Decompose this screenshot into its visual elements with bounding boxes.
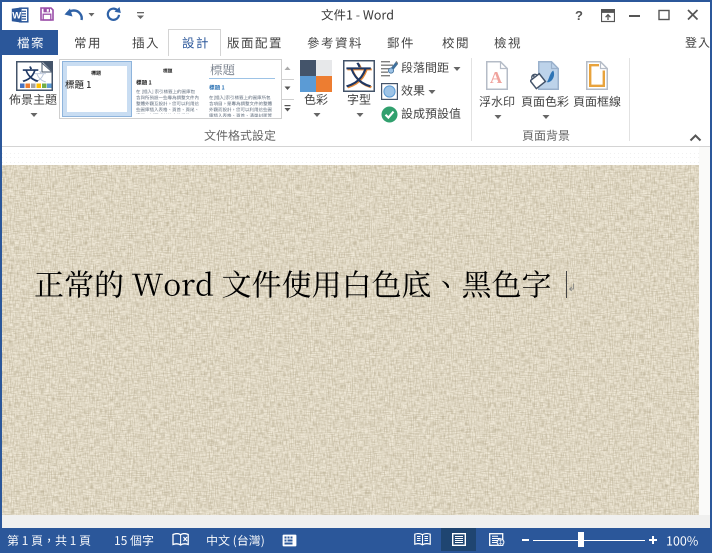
svg-text:?: ? (575, 8, 583, 22)
svg-text:A: A (490, 68, 503, 87)
svg-text:W: W (12, 11, 21, 22)
